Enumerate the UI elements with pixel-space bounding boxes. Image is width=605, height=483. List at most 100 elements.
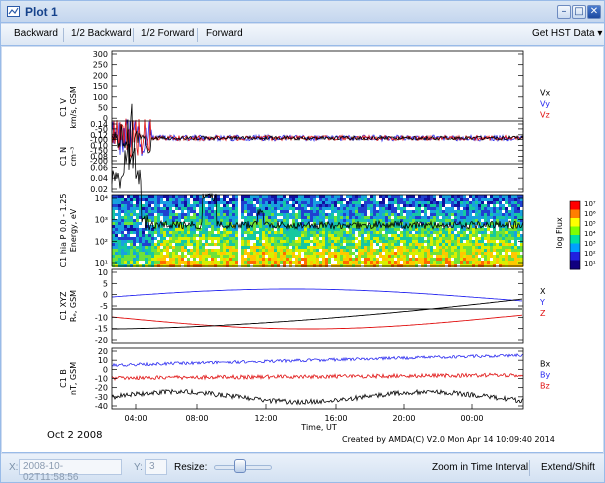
spectrogram-cell <box>280 261 283 264</box>
spectrogram-cell <box>115 252 118 255</box>
spectrogram-cell <box>451 201 454 204</box>
close-button[interactable]: ✕ <box>587 5 601 19</box>
spectrogram-cell <box>163 249 166 252</box>
spectrogram-cell <box>166 198 169 201</box>
spectrogram-cell <box>208 234 211 237</box>
spectrogram-cell <box>514 231 517 234</box>
spectrogram-cell <box>187 237 190 240</box>
time-series-plot[interactable]: 300250200150100500-50-100-150-200C1 Vkm/… <box>2 47 603 453</box>
spectrogram-cell <box>127 234 130 237</box>
forward-button[interactable]: Forward <box>206 28 243 39</box>
spectrogram-cell <box>118 264 121 267</box>
spectrogram-cell <box>130 264 133 267</box>
colorbar-segment <box>570 209 580 219</box>
spectrogram-cell <box>355 249 358 252</box>
spectrogram-cell <box>463 264 466 267</box>
spectrogram-cell <box>283 210 286 213</box>
spectrogram-cell <box>349 246 352 249</box>
spectrogram-cell <box>277 198 280 201</box>
spectrogram-cell <box>493 195 496 198</box>
spectrogram-cell <box>478 198 481 201</box>
half-forward-button[interactable]: 1/2 Forward <box>141 28 194 39</box>
spectrogram-cell <box>193 210 196 213</box>
spectrogram-cell <box>271 264 274 267</box>
y-tick-label: 10³ <box>95 216 108 225</box>
spectrogram-cell <box>121 246 124 249</box>
plot-area[interactable]: 300 250 200 150 100 50 0 -50 -100 -150 -200 C1 Vkm/… <box>2 47 603 453</box>
spectrogram-cell <box>466 219 469 222</box>
spectrogram-cell <box>199 216 202 219</box>
spectrogram-cell <box>508 234 511 237</box>
spectrogram-cell <box>151 216 154 219</box>
spectrogram-cell <box>493 258 496 261</box>
spectrogram-cell <box>319 246 322 249</box>
spectrogram-cell <box>250 213 253 216</box>
title-bar[interactable]: Plot 1 – □ ✕ <box>1 1 604 23</box>
spectrogram-cell <box>499 255 502 258</box>
spectrogram-cell <box>451 243 454 246</box>
spectrogram-cell <box>352 213 355 216</box>
y-coord-field[interactable]: 3 <box>145 459 167 475</box>
spectrogram-cell <box>388 231 391 234</box>
spectrogram-cell <box>403 249 406 252</box>
spectrogram-cell <box>133 258 136 261</box>
spectrogram-cell <box>277 195 280 198</box>
spectrogram-cell <box>313 258 316 261</box>
spectrogram-cell <box>199 252 202 255</box>
spectrogram-cell <box>364 261 367 264</box>
spectrogram-cell <box>508 246 511 249</box>
spectrogram-cell <box>172 201 175 204</box>
minimize-button[interactable]: – <box>557 5 571 19</box>
spectrogram-cell <box>175 198 178 201</box>
spectrogram-cell <box>520 258 523 261</box>
spectrogram-cell <box>256 261 259 264</box>
spectrogram-cell <box>478 252 481 255</box>
spectrogram-cell <box>115 195 118 198</box>
spectrogram-cell <box>352 252 355 255</box>
spectrogram-cell <box>142 234 145 237</box>
y-tick-label: 0.02 <box>90 185 108 194</box>
spectrogram-cell <box>292 246 295 249</box>
spectrogram-cell <box>163 261 166 264</box>
spectrogram-cell <box>310 228 313 231</box>
spectrogram-cell <box>355 195 358 198</box>
spectrogram-cell <box>181 258 184 261</box>
spectrogram-cell <box>259 219 262 222</box>
zoom-in-time-interval-button[interactable]: Zoom in Time Interval <box>432 462 528 473</box>
spectrogram-cell <box>283 243 286 246</box>
spectrogram-cell <box>286 234 289 237</box>
spectrogram-cell <box>190 219 193 222</box>
half-backward-button[interactable]: 1/2 Backward <box>71 28 132 39</box>
get-hst-data-menu[interactable]: Get HST Data ▾ <box>532 28 602 39</box>
spectrogram-cell <box>349 237 352 240</box>
backward-button[interactable]: Backward <box>14 28 58 39</box>
x-coord-field[interactable]: 2008-10-02T11:58:56 <box>19 459 122 483</box>
spectrogram-cell <box>325 234 328 237</box>
y-tick-label: 0 <box>103 291 108 300</box>
spectrogram-cell <box>151 261 154 264</box>
spectrogram-cell <box>379 255 382 258</box>
spectrogram-cell <box>268 243 271 246</box>
spectrogram-cell <box>397 195 400 198</box>
spectrogram-cell <box>364 255 367 258</box>
spectrogram-cell <box>226 249 229 252</box>
spectrogram-cell <box>247 264 250 267</box>
spectrogram-cell <box>115 225 118 228</box>
spectrogram-cell <box>316 258 319 261</box>
spectrogram-cell <box>142 258 145 261</box>
spectrogram-cell <box>121 198 124 201</box>
spectrogram-cell <box>172 249 175 252</box>
resize-slider-thumb[interactable] <box>234 459 246 473</box>
spectrogram-cell <box>397 255 400 258</box>
spectrogram-cell <box>259 252 262 255</box>
spectrogram-cell <box>331 210 334 213</box>
extend-shift-button[interactable]: Extend/Shift <box>541 462 595 473</box>
spectrogram-cell <box>448 198 451 201</box>
spectrogram-cell <box>220 207 223 210</box>
spectrogram-cell <box>286 219 289 222</box>
spectrogram-cell <box>271 216 274 219</box>
maximize-button[interactable]: □ <box>572 5 586 19</box>
spectrogram-cell <box>349 243 352 246</box>
spectrogram-cell <box>202 222 205 225</box>
spectrogram-cell <box>472 204 475 207</box>
